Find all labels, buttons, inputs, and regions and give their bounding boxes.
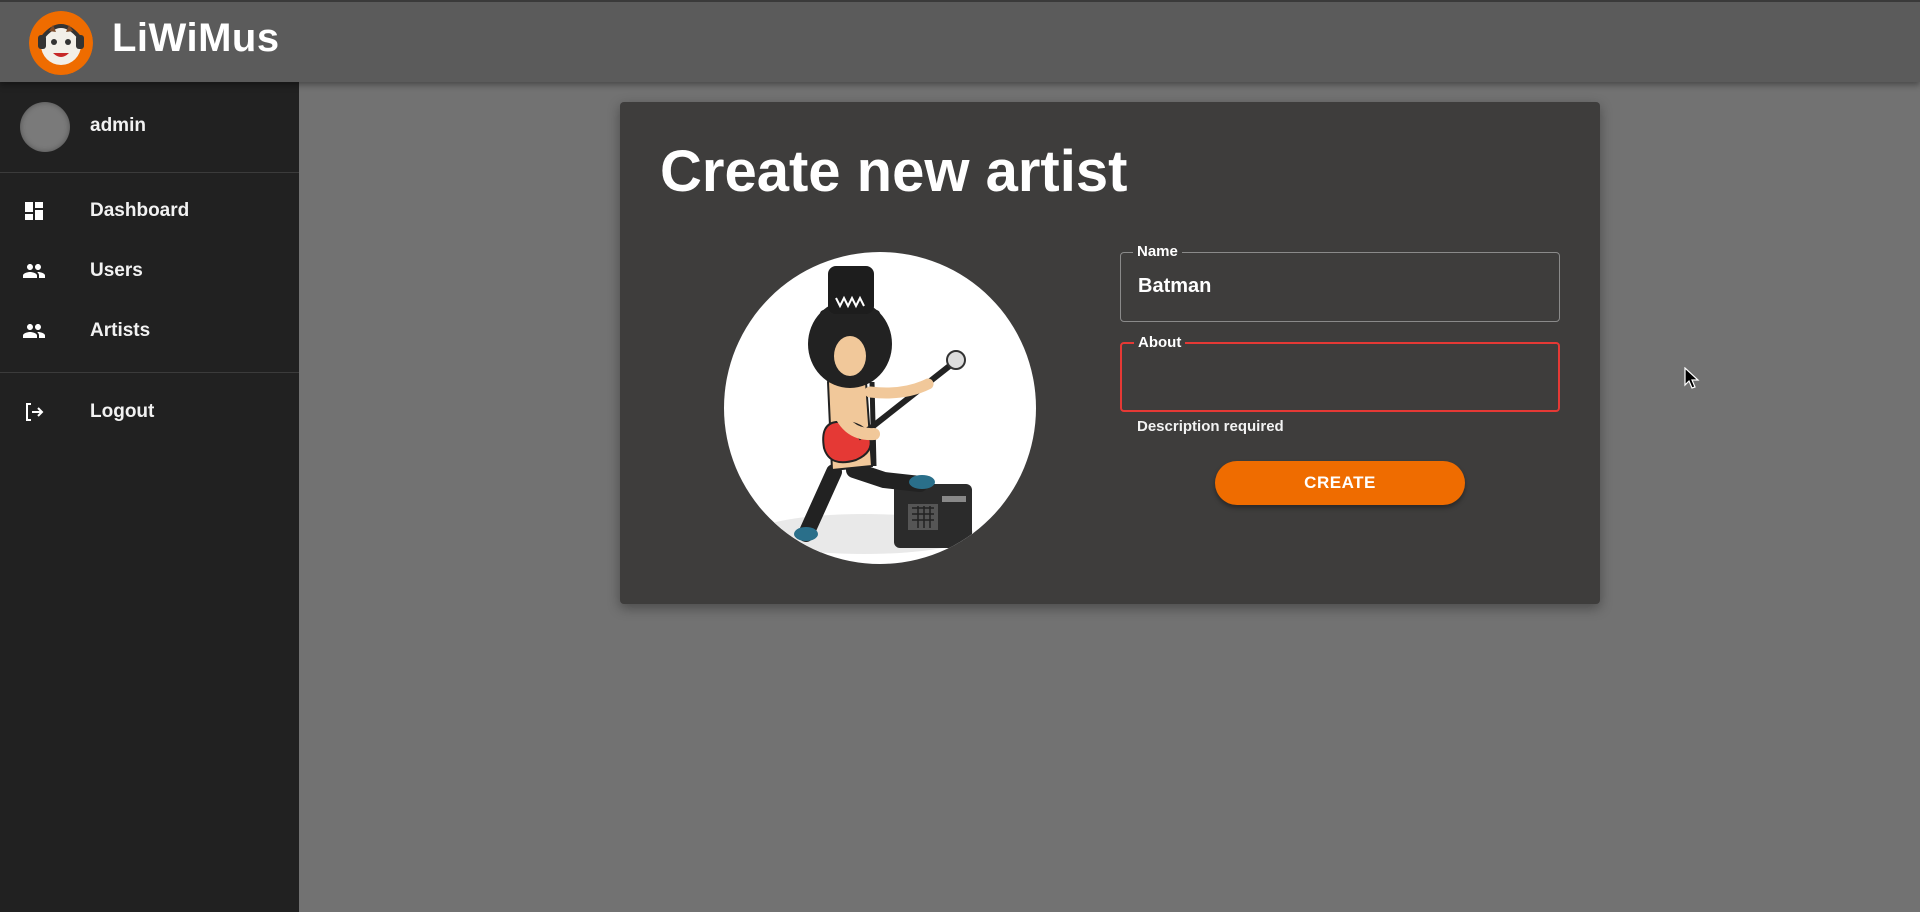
name-field[interactable]: Name Batman	[1120, 243, 1560, 322]
sidebar-item-users[interactable]: Users	[0, 243, 299, 299]
page-title: Create new artist	[660, 139, 1128, 204]
app-title[interactable]: LiWiMus	[112, 16, 280, 61]
sidebar-item-label: Artists	[90, 320, 151, 341]
name-field-value: Batman	[1138, 275, 1212, 297]
about-field-label: About	[1134, 334, 1186, 351]
app-logo[interactable]	[29, 11, 93, 75]
sidebar-item-artists[interactable]: Artists	[0, 303, 299, 359]
sidebar: admin Dashboard Users Artists Logout	[0, 82, 299, 912]
avatar	[20, 102, 70, 152]
create-button[interactable]: CREATE	[1215, 461, 1465, 505]
sidebar-item-label: Users	[90, 260, 143, 281]
sidebar-item-label: Logout	[90, 401, 155, 422]
create-artist-card: Create new artist Name Batman About Desc…	[620, 102, 1600, 604]
artist-image-upload[interactable]	[724, 252, 1036, 564]
sidebar-item-dashboard[interactable]: Dashboard	[0, 183, 299, 239]
top-app-bar: LiWiMus	[0, 0, 1920, 82]
dashboard-icon	[25, 202, 43, 220]
about-error-text: Description required	[1137, 418, 1284, 435]
about-field[interactable]: About	[1120, 334, 1560, 412]
people-icon	[23, 264, 45, 278]
people-icon	[23, 324, 45, 338]
username: admin	[90, 115, 146, 136]
logout-icon	[26, 403, 44, 421]
sidebar-divider	[0, 172, 299, 173]
mouse-cursor-icon	[1684, 367, 1700, 389]
sidebar-user[interactable]: admin	[0, 82, 299, 172]
sidebar-item-logout[interactable]: Logout	[0, 384, 299, 440]
sidebar-item-label: Dashboard	[90, 200, 190, 221]
name-field-label: Name	[1133, 243, 1182, 260]
guitarist-illustration	[754, 266, 974, 554]
sidebar-divider	[0, 372, 299, 373]
